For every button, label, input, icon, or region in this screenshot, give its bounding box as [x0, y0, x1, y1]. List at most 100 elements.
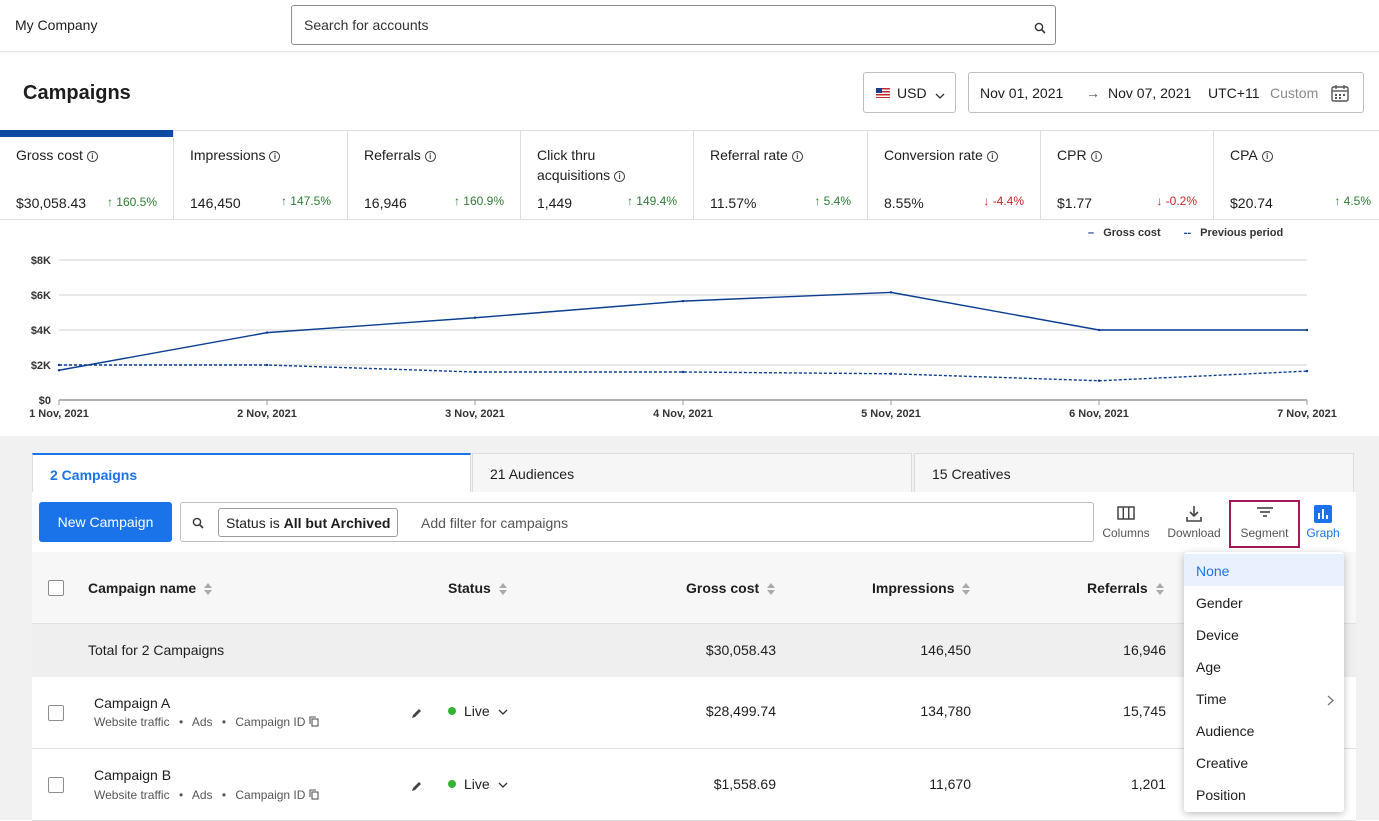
y-tick-label: $4K: [31, 325, 51, 337]
tab-creatives[interactable]: 15 Creatives: [914, 453, 1354, 493]
metric-change: ↓ -0.2%: [1156, 194, 1197, 208]
x-tick-label: 2 Nov, 2021: [237, 408, 297, 420]
currency-select[interactable]: USD: [863, 72, 956, 113]
table-row[interactable]: Campaign A Website traffic • Ads • Campa…: [32, 677, 1356, 749]
meta-separator: •: [221, 788, 227, 802]
column-header-gross-cost[interactable]: Gross cost: [686, 580, 776, 596]
data-point: [57, 369, 61, 372]
metric-impressions[interactable]: Impressions i 146,450 ↑ 147.5%: [174, 131, 348, 220]
graph-label: Graph: [1306, 526, 1340, 540]
download-button[interactable]: Download: [1164, 502, 1224, 546]
metric-conversion-rate[interactable]: Conversion rate i 8.55% ↓ -4.4%: [868, 131, 1041, 220]
tab-label: 15 Creatives: [932, 466, 1011, 482]
bar-chart-icon: [1314, 505, 1332, 523]
metric-label: CPA: [1230, 147, 1258, 163]
meta-separator: •: [178, 788, 184, 802]
info-icon[interactable]: i: [791, 151, 803, 162]
x-tick-label: 4 Nov, 2021: [653, 408, 713, 420]
tab-audiences[interactable]: 21 Audiences: [472, 453, 912, 493]
data-point: [1097, 379, 1101, 382]
row-checkbox[interactable]: [48, 777, 64, 793]
header-label: Campaign name: [88, 580, 197, 596]
live-status-dot: [448, 707, 456, 715]
x-tick-label: 3 Nov, 2021: [445, 408, 505, 420]
info-icon[interactable]: i: [986, 151, 998, 162]
segment-option-none[interactable]: None: [1184, 554, 1344, 586]
segment-option-device[interactable]: Device: [1184, 618, 1344, 650]
metric-change: ↑ 147.5%: [280, 194, 331, 208]
segment-option-audience[interactable]: Audience: [1184, 714, 1344, 746]
info-icon[interactable]: i: [424, 151, 436, 162]
search-placeholder: Search for accounts: [304, 17, 429, 33]
column-header-referrals[interactable]: Referrals: [1087, 580, 1164, 596]
table-row[interactable]: Campaign B Website traffic • Ads • Campa…: [32, 749, 1356, 821]
metric-label: CPR: [1057, 147, 1087, 163]
column-header-impressions[interactable]: Impressions: [872, 580, 971, 596]
row-checkbox[interactable]: [48, 705, 64, 721]
column-header-status[interactable]: Status: [448, 580, 507, 596]
table-header: Campaign name Status Gross cost Impressi…: [32, 552, 1356, 624]
meta-separator: •: [221, 715, 227, 729]
segment-option-position[interactable]: Position: [1184, 778, 1344, 810]
search-icon[interactable]: [1034, 21, 1046, 39]
segment-label: Segment: [1240, 526, 1289, 540]
status-label: Live: [464, 776, 490, 792]
select-all-checkbox[interactable]: [48, 580, 64, 596]
info-icon[interactable]: i: [86, 151, 98, 162]
impressions-cell: 11,670: [929, 776, 971, 792]
info-icon[interactable]: i: [614, 171, 626, 182]
option-label: Position: [1196, 787, 1246, 803]
total-row: Total for 2 Campaigns $30,058.43 146,450…: [32, 624, 1356, 677]
segment-option-gender[interactable]: Gender: [1184, 586, 1344, 618]
copy-icon: [309, 716, 319, 727]
metric-value: 16,946: [364, 195, 407, 211]
graph-button[interactable]: Graph: [1302, 502, 1344, 546]
tab-campaigns[interactable]: 2 Campaigns: [32, 453, 471, 493]
referrals-cell: 15,745: [1123, 703, 1166, 719]
campaign-name-link[interactable]: Campaign A: [94, 695, 170, 711]
metric-referral-rate[interactable]: Referral rate i 11.57% ↑ 5.4%: [694, 131, 868, 220]
total-referrals: 16,946: [1123, 642, 1166, 658]
pencil-icon[interactable]: [410, 780, 423, 798]
columns-button[interactable]: Columns: [1100, 502, 1152, 546]
metric-click-thru-acquisitions[interactable]: Click thru acquisitions i 1,449 ↑ 149.4%: [521, 131, 694, 220]
company-name[interactable]: My Company: [15, 17, 97, 33]
option-label: Time: [1196, 691, 1227, 707]
metric-change: ↓ -4.4%: [983, 194, 1024, 208]
metric-referrals[interactable]: Referrals i 16,946 ↑ 160.9%: [348, 131, 521, 220]
data-point: [889, 291, 893, 294]
column-header-campaign-name[interactable]: Campaign name: [88, 580, 213, 596]
campaign-type: Ads: [191, 715, 213, 729]
info-icon[interactable]: i: [1090, 151, 1102, 162]
total-impressions: 146,450: [920, 642, 971, 658]
new-campaign-button[interactable]: New Campaign: [39, 502, 172, 542]
x-tick-label: 7 Nov, 2021: [1277, 408, 1337, 420]
campaign-name-link[interactable]: Campaign B: [94, 767, 171, 783]
status-filter-chip[interactable]: Status is All but Archived: [218, 508, 399, 537]
segment-option-time[interactable]: Time: [1184, 682, 1344, 714]
chevron-right-icon: [1327, 693, 1334, 709]
data-point: [1305, 328, 1309, 332]
data-point: [265, 331, 269, 334]
segment-option-age[interactable]: Age: [1184, 650, 1344, 682]
date-range-picker[interactable]: Nov 01, 2021 → Nov 07, 2021 UTC+11 Custo…: [968, 72, 1364, 113]
filter-prefix: Status is: [226, 515, 284, 531]
info-icon[interactable]: i: [269, 151, 281, 162]
metric-cpa[interactable]: CPA i $20.74 ↑ 4.5%: [1214, 131, 1379, 220]
impressions-cell: 134,780: [920, 703, 971, 719]
metric-cpr[interactable]: CPR i $1.77 ↓ -0.2%: [1041, 131, 1214, 220]
pencil-icon[interactable]: [410, 707, 423, 725]
calendar-icon[interactable]: [1330, 83, 1350, 106]
account-search-input[interactable]: Search for accounts: [291, 5, 1056, 45]
metric-label: Click thru acquisitions: [537, 147, 611, 183]
status-dropdown[interactable]: Live: [448, 776, 508, 792]
metric-label: Gross cost: [16, 147, 83, 163]
status-dropdown[interactable]: Live: [448, 703, 508, 719]
y-tick-label: $6K: [31, 290, 51, 302]
metric-gross-cost[interactable]: Gross cost i $30,058.43 ↑ 160.5%: [0, 130, 174, 220]
segment-button[interactable]: Segment: [1229, 500, 1300, 548]
campaign-filter-input[interactable]: Status is All but Archived Add filter fo…: [180, 502, 1094, 542]
info-icon[interactable]: i: [1261, 151, 1273, 162]
segment-option-creative[interactable]: Creative: [1184, 746, 1344, 778]
campaign-id-label: Campaign ID: [235, 715, 306, 729]
